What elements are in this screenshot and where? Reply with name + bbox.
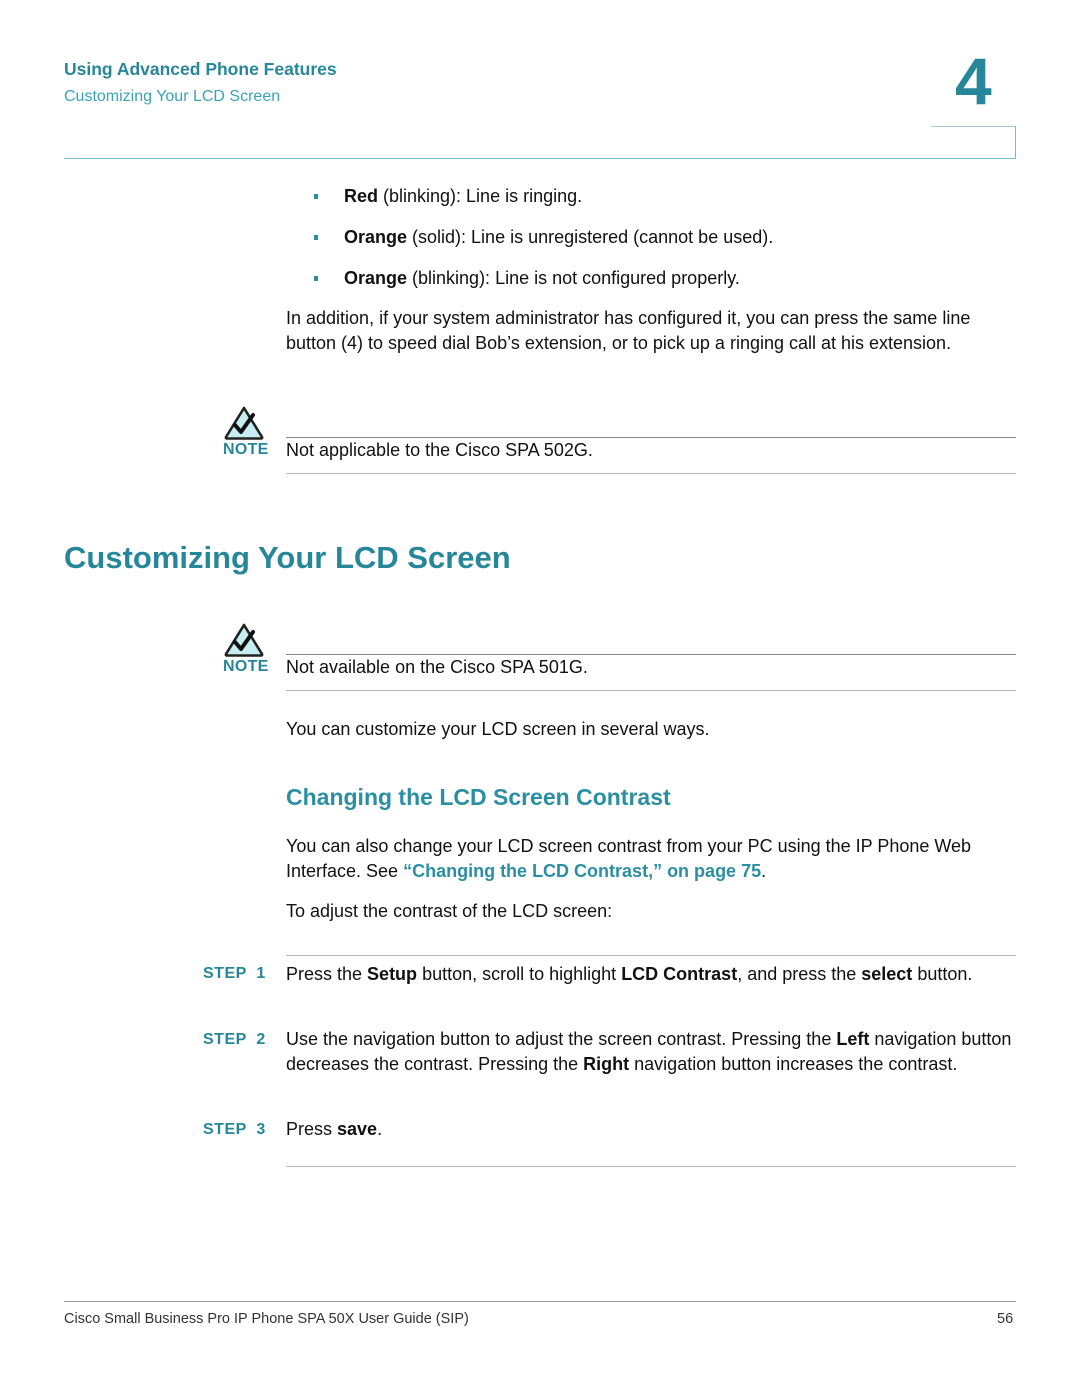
- steps-top-rule: [286, 955, 1016, 956]
- chapter-number: 4: [955, 44, 992, 118]
- chapter-tab-box: [931, 126, 1016, 158]
- bullet-term: Orange: [344, 268, 408, 288]
- step-emphasis: LCD Contrast: [621, 964, 738, 984]
- note-checkmark-icon: [224, 623, 264, 657]
- step-label: STEP 2: [203, 1031, 266, 1048]
- note-text: Not applicable to the Cisco SPA 502G.: [286, 440, 593, 460]
- footer-divider: [64, 1301, 1016, 1302]
- intro-paragraph: In addition, if your system administrato…: [286, 308, 971, 353]
- bullet-term: Orange: [344, 227, 408, 247]
- note-label: NOTE: [223, 441, 269, 458]
- step-emphasis: Right: [583, 1054, 630, 1074]
- bullet-square-icon: [314, 194, 318, 199]
- step-emphasis: Left: [836, 1029, 870, 1049]
- step-text: Press save.: [286, 1117, 1016, 1142]
- note-text: Not available on the Cisco SPA 501G.: [286, 657, 588, 677]
- step-label: STEP 1: [203, 965, 266, 982]
- step-fragment: Press: [286, 1119, 338, 1139]
- note-bottom-rule: [286, 473, 1016, 474]
- header-subsection-title: Customizing Your LCD Screen: [64, 88, 281, 105]
- step-fragment: , and press the: [737, 964, 862, 984]
- bullet-text: (blinking): Line is not configured prope…: [407, 268, 740, 288]
- footer-title: Cisco Small Business Pro IP Phone SPA 50…: [64, 1311, 469, 1327]
- step-fragment: button.: [912, 964, 973, 984]
- page-number: 56: [997, 1311, 1014, 1327]
- section-title: Customizing Your LCD Screen: [64, 540, 511, 575]
- led-status-list: Red (blinking): Line is ringing. Orange …: [314, 184, 1014, 307]
- bullet-text: (blinking): Line is ringing.: [378, 186, 583, 206]
- step-text: Press the Setup button, scroll to highli…: [286, 962, 1016, 987]
- step-emphasis: Setup: [367, 964, 418, 984]
- bullet-text: (solid): Line is unregistered (cannot be…: [407, 227, 774, 247]
- bullet-square-icon: [314, 276, 318, 281]
- step-fragment: button, scroll to highlight: [417, 964, 622, 984]
- subsection-title: Changing the LCD Screen Contrast: [286, 784, 671, 810]
- step-fragment: Use the navigation button to adjust the …: [286, 1029, 837, 1049]
- bullet-term: Red: [344, 186, 379, 206]
- list-item: Orange (solid): Line is unregistered (ca…: [314, 225, 1014, 266]
- step-fragment: Press the: [286, 964, 368, 984]
- note-bottom-rule: [286, 690, 1016, 691]
- step-label: STEP 3: [203, 1121, 266, 1138]
- step-text: Use the navigation button to adjust the …: [286, 1027, 1016, 1077]
- bullet-square-icon: [314, 235, 318, 240]
- note-checkmark-icon: [224, 406, 264, 440]
- contrast-paragraph: You can also change your LCD screen cont…: [286, 834, 1021, 884]
- step-fragment: .: [377, 1119, 383, 1139]
- adjust-intro: To adjust the contrast of the LCD screen…: [286, 901, 613, 921]
- list-item: Red (blinking): Line is ringing.: [314, 184, 1014, 225]
- contrast-text-end: .: [761, 861, 767, 881]
- step-emphasis: select: [861, 964, 913, 984]
- section-intro: You can customize your LCD screen in sev…: [286, 719, 710, 739]
- step-emphasis: save: [337, 1119, 378, 1139]
- step-fragment: navigation button increases the contrast…: [629, 1054, 958, 1074]
- note-label: NOTE: [223, 658, 269, 675]
- header-divider: [64, 158, 1016, 159]
- header-section-title: Using Advanced Phone Features: [64, 59, 337, 79]
- list-item: Orange (blinking): Line is not configure…: [314, 266, 1014, 307]
- cross-reference-link[interactable]: “Changing the LCD Contrast,” on page 75: [403, 861, 761, 881]
- steps-bottom-rule: [286, 1166, 1016, 1167]
